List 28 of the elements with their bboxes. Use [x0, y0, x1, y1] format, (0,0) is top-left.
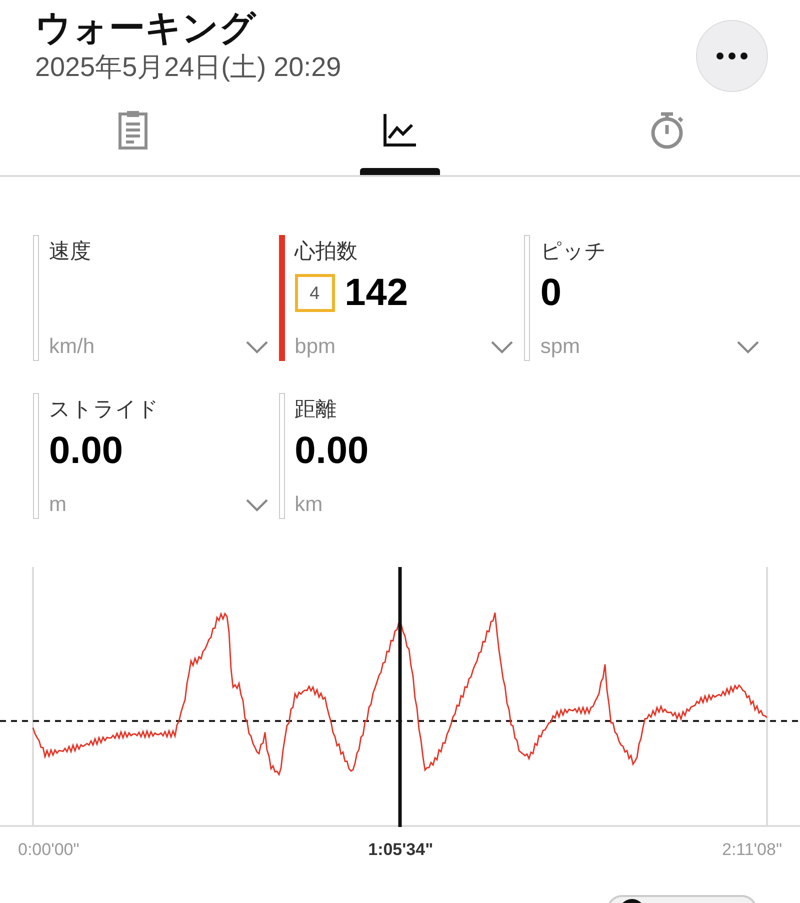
workout-datetime: 2025年5月24日(土) 20:29	[35, 51, 342, 84]
time-axis-label: 2:11'08"	[722, 839, 782, 861]
metric-label: 距離	[294, 397, 338, 423]
chevron-down-icon[interactable]	[244, 498, 269, 512]
metric-label: ピッチ	[540, 239, 608, 265]
metric-unit: km	[294, 492, 323, 518]
chevron-down-icon[interactable]	[490, 340, 514, 354]
metric-value: 0.00	[294, 432, 369, 470]
metric-value: 0.00	[49, 432, 123, 470]
page-title: ウォーキング	[35, 6, 258, 50]
line-chart-icon	[382, 112, 418, 148]
metric-label: ストライド	[49, 397, 160, 423]
time-axis-label: 0:00'00"	[18, 839, 80, 861]
time-axis-label: 1:05'34"	[368, 839, 434, 861]
metric-label: 速度	[49, 239, 92, 265]
chevron-down-icon[interactable]	[736, 340, 760, 354]
metric-unit: km/h	[49, 334, 95, 360]
metric-label: 心拍数	[294, 239, 359, 265]
metric-unit: bpm	[294, 334, 336, 360]
chevron-down-icon[interactable]	[244, 340, 269, 354]
metric-value: 0	[540, 274, 562, 312]
metric-value: 142	[344, 274, 408, 312]
zone-badge: 4	[294, 274, 335, 312]
more-icon	[716, 52, 748, 60]
clipboard-icon	[117, 110, 150, 150]
stopwatch-icon	[648, 110, 685, 150]
metric-unit: spm	[540, 334, 580, 360]
metric-unit: m	[49, 492, 66, 518]
